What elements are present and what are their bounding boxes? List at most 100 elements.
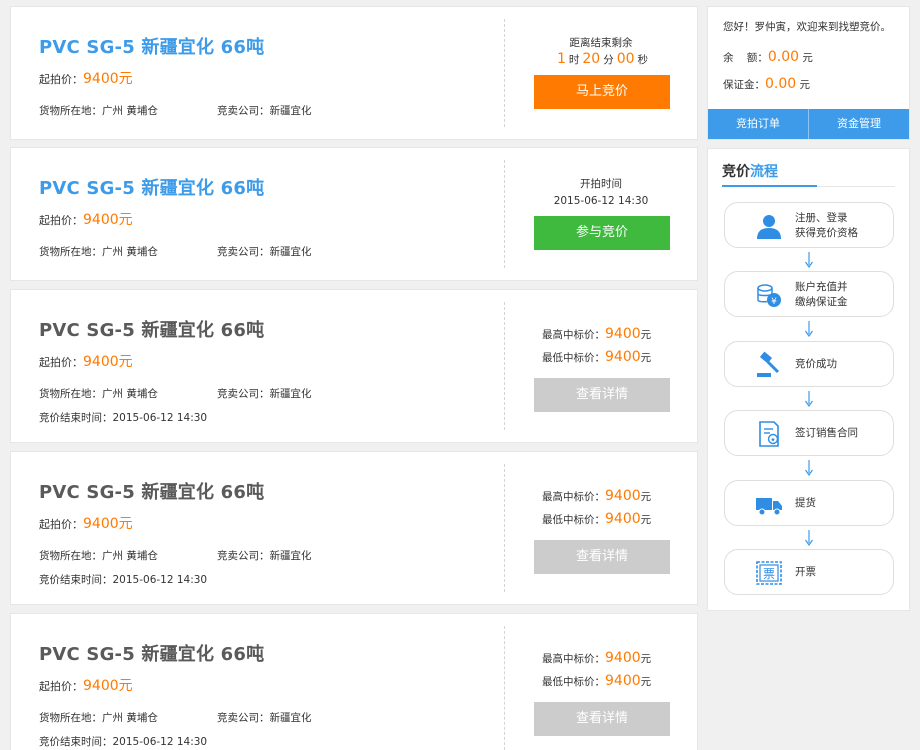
seller-company: 竞卖公司：新疆宜化 — [217, 388, 312, 400]
min-bid-value: 9400 — [605, 349, 641, 365]
step-text: 注册、登录 获得竞价资格 — [795, 211, 858, 241]
countdown-minutes: 20 — [582, 51, 601, 67]
gavel-icon — [757, 351, 780, 377]
min-bid: 最低中标价：9400元 — [542, 673, 651, 689]
auction-end-time: 竞价结束时间：2015-06-12 14:30 — [39, 736, 208, 748]
min-bid: 最低中标价：9400元 — [542, 349, 651, 365]
currency-unit: 元 — [640, 352, 652, 364]
step-text: 开票 — [795, 565, 816, 580]
currency-unit: 元 — [640, 676, 652, 688]
step-line-1: 账户充值并 — [795, 281, 848, 293]
min-bid-value: 9400 — [605, 673, 641, 689]
start-price: 起拍价：9400元 — [39, 675, 133, 695]
process-step-invoice: 票 开票 — [724, 549, 894, 595]
start-price-value: 9400元 — [83, 516, 133, 532]
start-price: 起拍价：9400元 — [39, 351, 133, 371]
auction-card-3: PVC SG-5 新疆宜化 66吨 起拍价：9400元 货物所在地：广州 黄埔仓… — [10, 289, 698, 443]
countdown-timer: 1 时 20 分 00 秒 — [505, 51, 697, 67]
step-text: 提货 — [795, 496, 816, 511]
balance-label: 余 额： — [723, 52, 768, 64]
currency-unit: 元 — [640, 329, 652, 341]
countdown-hours: 1 — [556, 51, 566, 67]
currency-unit: 元 — [640, 514, 652, 526]
tab-auction-orders[interactable]: 竞拍订单 — [708, 109, 808, 139]
start-price-value: 9400元 — [83, 212, 133, 228]
max-bid-label: 最高中标价： — [542, 329, 605, 341]
view-details-button[interactable]: 查看详情 — [534, 702, 670, 736]
user-account-panel: 您好！罗仲寅，欢迎来到找塑竞价。 余 额：0.00 元 保证金：0.00 元 竞… — [707, 6, 910, 140]
welcome-message: 您好！罗仲寅，欢迎来到找塑竞价。 — [723, 21, 891, 33]
max-bid: 最高中标价：9400元 — [542, 326, 651, 342]
step-line-2: 缴纳保证金 — [795, 296, 848, 308]
seller-company: 竞卖公司：新疆宜化 — [217, 712, 312, 724]
arrow-down-icon — [805, 530, 813, 546]
card-action-area: 最高中标价：9400元 最低中标价：9400元 查看详情 — [505, 290, 697, 442]
svg-text:票: 票 — [763, 567, 775, 581]
listing-title[interactable]: PVC SG-5 新疆宜化 66吨 — [39, 478, 264, 504]
process-step-bid-success: 竞价成功 — [724, 341, 894, 387]
arrow-down-icon — [805, 252, 813, 268]
start-price-label: 起拍价： — [39, 680, 83, 693]
start-time-label: 开拍时间 — [580, 178, 622, 190]
step-text: 账户充值并 缴纳保证金 — [795, 280, 848, 310]
process-heading-main: 竞价 — [722, 164, 750, 180]
goods-location: 货物所在地：广州 黄埔仓 — [39, 105, 158, 117]
deposit-label: 保证金： — [723, 79, 765, 91]
minutes-unit: 分 — [603, 54, 614, 66]
svg-text:★: ★ — [770, 437, 775, 444]
start-price: 起拍价：9400元 — [39, 68, 133, 88]
max-bid-value: 9400 — [605, 650, 641, 666]
seller-company: 竞卖公司：新疆宜化 — [217, 550, 312, 562]
bid-now-button[interactable]: 马上竞价 — [534, 75, 670, 109]
max-bid-value: 9400 — [605, 326, 641, 342]
card-action-area: 最高中标价：9400元 最低中标价：9400元 查看详情 — [505, 452, 697, 604]
min-bid-label: 最低中标价： — [542, 352, 605, 364]
seconds-unit: 秒 — [637, 54, 649, 66]
process-step-register: 注册、登录 获得竞价资格 — [724, 202, 894, 248]
arrow-down-icon — [805, 391, 813, 407]
goods-location: 货物所在地：广州 黄埔仓 — [39, 712, 158, 724]
listing-title[interactable]: PVC SG-5 新疆宜化 66吨 — [39, 33, 264, 59]
min-bid-label: 最低中标价： — [542, 676, 605, 688]
listing-title[interactable]: PVC SG-5 新疆宜化 66吨 — [39, 640, 264, 666]
listing-title[interactable]: PVC SG-5 新疆宜化 66吨 — [39, 316, 264, 342]
start-price-value: 9400元 — [83, 71, 133, 87]
countdown-seconds: 00 — [616, 51, 635, 67]
max-bid-label: 最高中标价： — [542, 491, 605, 503]
auction-card-5: PVC SG-5 新疆宜化 66吨 起拍价：9400元 货物所在地：广州 黄埔仓… — [10, 613, 698, 750]
view-details-button[interactable]: 查看详情 — [534, 540, 670, 574]
auction-end-time: 竞价结束时间：2015-06-12 14:30 — [39, 574, 208, 586]
step-line-1: 签订销售合同 — [795, 427, 858, 439]
account-balance: 余 额：0.00 元 — [723, 49, 813, 65]
hours-unit: 时 — [568, 54, 580, 66]
goods-location: 货物所在地：广州 黄埔仓 — [39, 550, 158, 562]
truck-icon — [756, 498, 782, 516]
max-bid: 最高中标价：9400元 — [542, 488, 651, 504]
start-price: 起拍价：9400元 — [39, 209, 133, 229]
process-heading: 竞价流程 — [722, 161, 778, 181]
start-price: 起拍价：9400元 — [39, 513, 133, 533]
listing-title[interactable]: PVC SG-5 新疆宜化 66吨 — [39, 174, 264, 200]
goods-location: 货物所在地：广州 黄埔仓 — [39, 246, 158, 258]
tab-fund-management[interactable]: 资金管理 — [808, 109, 909, 139]
max-bid-value: 9400 — [605, 488, 641, 504]
user-icon — [757, 215, 781, 239]
arrow-down-icon — [805, 321, 813, 337]
process-step-sign-contract: ★ 签订销售合同 — [724, 410, 894, 456]
join-bid-button[interactable]: 参与竞价 — [534, 216, 670, 250]
step-line-1: 竞价成功 — [795, 358, 837, 370]
process-heading-highlight: 流程 — [750, 164, 778, 180]
countdown-label: 距离结束剩余 — [569, 37, 633, 49]
view-details-button[interactable]: 查看详情 — [534, 378, 670, 412]
process-step-pickup: 提货 — [724, 480, 894, 526]
process-step-deposit: ¥ 账户充值并 缴纳保证金 — [724, 271, 894, 317]
deposit-value: 0.00 — [765, 76, 797, 92]
step-text: 签订销售合同 — [795, 426, 858, 441]
max-bid: 最高中标价：9400元 — [542, 650, 651, 666]
deposit-balance: 保证金：0.00 元 — [723, 76, 810, 92]
start-price-value: 9400元 — [83, 354, 133, 370]
currency-unit: 元 — [640, 653, 652, 665]
account-tabs: 竞拍订单 资金管理 — [708, 109, 909, 139]
step-line-1: 注册、登录 — [795, 212, 848, 224]
start-price-label: 起拍价： — [39, 356, 83, 369]
